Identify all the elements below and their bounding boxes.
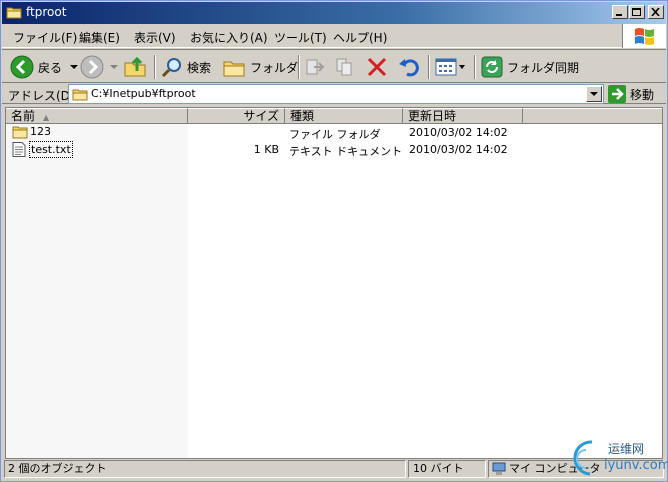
sync-label: フォルダ同期 xyxy=(507,60,580,75)
search-icon xyxy=(161,58,181,78)
chevron-down-icon xyxy=(590,92,598,96)
menu-file[interactable]: ファイル(F) xyxy=(13,29,77,46)
window-title: ftproot xyxy=(26,5,67,19)
up-folder-button[interactable] xyxy=(123,53,147,81)
address-input[interactable]: C:¥Inetpub¥ftproot xyxy=(68,84,604,104)
column-header-name-label: 名前 xyxy=(11,109,36,123)
file-list-view[interactable]: 名前 ▲ サイズ 種類 更新日時 123 ファイル フォルダ 2010/03/02… xyxy=(5,107,663,459)
title-bar[interactable]: ftproot xyxy=(2,2,666,24)
folders-label: フォルダ xyxy=(250,60,299,75)
folder-icon xyxy=(12,126,28,139)
maximize-button[interactable] xyxy=(629,5,645,19)
folder-sync-button[interactable]: フォルダ同期 xyxy=(481,53,579,81)
file-modified: 2010/03/02 14:02 xyxy=(409,143,508,156)
windows-flag-icon xyxy=(635,28,654,45)
column-header-size-label: サイズ xyxy=(243,109,279,123)
delete-x-icon xyxy=(367,57,387,77)
minimize-button[interactable] xyxy=(612,5,628,19)
folder-icon xyxy=(6,7,22,19)
copy-to-button[interactable] xyxy=(334,53,356,81)
menu-tools[interactable]: ツール(T) xyxy=(274,29,327,46)
maximize-icon xyxy=(632,8,641,16)
column-header-type[interactable]: 種類 xyxy=(285,108,403,124)
undo-button[interactable] xyxy=(398,53,420,81)
watermark-text-url: iyunv.com xyxy=(604,458,668,473)
views-grid-icon xyxy=(435,58,457,76)
watermark: 运维网 iyunv.com xyxy=(566,438,668,480)
forward-arrow-icon xyxy=(80,55,104,79)
file-type: ファイル フォルダ xyxy=(289,128,381,141)
status-object-count: 2 個のオブジェクト xyxy=(4,460,406,478)
sorted-column-highlight xyxy=(6,124,188,458)
back-label: 戻る xyxy=(38,60,63,75)
standard-toolbar: 戻る 検索 フォルダ フォルダ同期 xyxy=(2,49,666,83)
menu-favorites[interactable]: お気に入り(A) xyxy=(190,29,268,46)
search-button[interactable]: 検索 xyxy=(161,53,211,81)
copy-to-icon xyxy=(336,58,352,76)
minimize-icon xyxy=(616,14,622,16)
forward-button[interactable] xyxy=(80,53,118,81)
folder-up-icon xyxy=(124,56,146,77)
column-header-size[interactable]: サイズ xyxy=(188,108,285,124)
menu-bar: ファイル(F) 編集(E) 表示(V) お気に入り(A) ツール(T) ヘルプ(… xyxy=(2,24,666,48)
folders-icon xyxy=(223,61,245,77)
move-to-button[interactable] xyxy=(304,53,326,81)
status-size: 10 バイト xyxy=(408,460,486,478)
watermark-text-cn: 运维网 xyxy=(608,442,645,456)
watermark-logo-icon xyxy=(573,440,593,476)
go-arrow-icon xyxy=(608,85,626,103)
chevron-down-icon xyxy=(459,64,465,69)
column-header-type-label: 種類 xyxy=(290,109,315,123)
chevron-down-icon xyxy=(110,65,118,69)
toolbar-separator xyxy=(154,55,156,79)
column-header-blank xyxy=(523,108,662,124)
undo-icon xyxy=(399,59,419,77)
list-item[interactable]: 123 ファイル フォルダ 2010/03/02 14:02 xyxy=(6,124,662,141)
menu-view[interactable]: 表示(V) xyxy=(134,29,176,46)
back-button[interactable]: 戻る xyxy=(10,53,79,81)
sort-ascending-icon: ▲ xyxy=(43,113,50,122)
file-modified: 2010/03/02 14:02 xyxy=(409,126,508,139)
menu-help[interactable]: ヘルプ(H) xyxy=(333,29,387,46)
address-dropdown-button[interactable] xyxy=(586,86,602,102)
address-value: C:¥Inetpub¥ftproot xyxy=(91,87,196,100)
column-header-modified[interactable]: 更新日時 xyxy=(403,108,523,124)
column-header-modified-label: 更新日時 xyxy=(408,109,457,123)
go-button[interactable]: 移動 xyxy=(608,84,654,104)
file-size: 1 KB xyxy=(253,143,279,156)
text-file-icon xyxy=(12,142,26,157)
sync-icon xyxy=(481,56,503,78)
file-name: 123 xyxy=(30,125,51,138)
toolbar-separator xyxy=(298,55,300,79)
search-label: 検索 xyxy=(187,60,212,75)
toolbar-separator xyxy=(474,55,476,79)
address-label: アドレス(D) xyxy=(8,89,75,103)
views-button[interactable] xyxy=(435,53,465,81)
windows-logo xyxy=(622,24,666,48)
address-bar: アドレス(D) C:¥Inetpub¥ftproot 移動 xyxy=(2,84,666,104)
my-computer-icon xyxy=(492,462,506,475)
close-button[interactable] xyxy=(648,5,664,19)
folder-icon xyxy=(72,89,88,101)
file-name: test.txt xyxy=(29,141,73,158)
file-type: テキスト ドキュメント xyxy=(289,145,403,158)
close-icon xyxy=(651,8,660,16)
delete-button[interactable] xyxy=(366,53,388,81)
move-to-icon xyxy=(306,59,325,75)
menu-edit[interactable]: 編集(E) xyxy=(79,29,120,46)
chevron-down-icon xyxy=(70,65,79,69)
column-header-name[interactable]: 名前 ▲ xyxy=(6,108,188,124)
list-item[interactable]: test.txt 1 KB テキスト ドキュメント 2010/03/02 14:… xyxy=(6,141,662,158)
folders-button[interactable]: フォルダ xyxy=(222,53,298,81)
go-label: 移動 xyxy=(630,87,655,102)
explorer-window: ftproot ファイル(F) 編集(E) 表示(V) お気に入り(A) ツール… xyxy=(0,0,668,482)
back-arrow-icon xyxy=(10,55,34,79)
toolbar-separator xyxy=(428,55,430,79)
